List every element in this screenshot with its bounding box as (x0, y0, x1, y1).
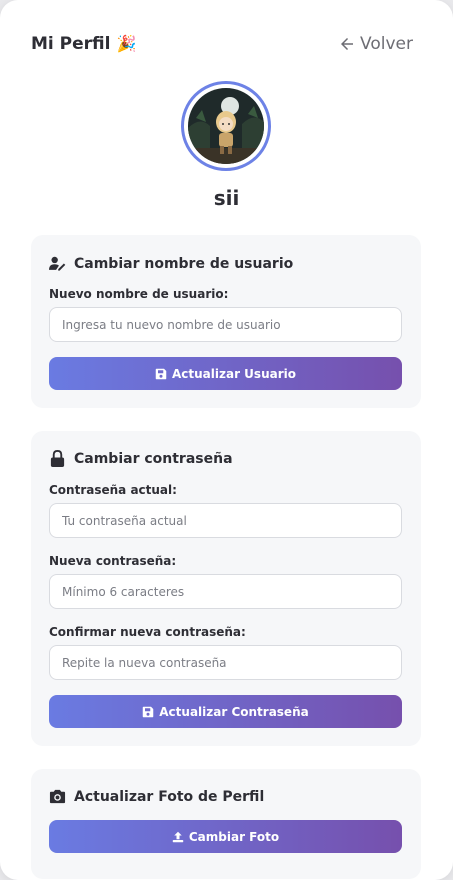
save-icon (143, 706, 154, 717)
username-section-title-text: Cambiar nombre de usuario (74, 255, 294, 272)
save-icon (155, 368, 167, 379)
password-section: Cambiar contraseña Contraseña actual: Nu… (31, 431, 421, 746)
photo-section-title-text: Actualizar Foto de Perfil (74, 788, 265, 805)
update-username-button[interactable]: Actualizar Usuario (49, 357, 402, 390)
avatar (188, 88, 264, 164)
username-section: Cambiar nombre de usuario Nuevo nombre d… (31, 235, 421, 408)
profile-username: sii (213, 186, 240, 210)
update-password-label: Actualizar Contraseña (159, 704, 309, 719)
page-title: Mi Perfil 🎉 (31, 34, 136, 54)
update-password-button[interactable]: Actualizar Contraseña (49, 695, 402, 728)
change-photo-label: Cambiar Foto (188, 829, 280, 844)
arrow-left-icon (341, 38, 354, 50)
confirm-password-label: Confirmar nueva contraseña: (49, 625, 246, 639)
photo-section-title: Actualizar Foto de Perfil (49, 788, 264, 805)
username-section-title: Cambiar nombre de usuario (49, 255, 293, 272)
party-icon: 🎉 (116, 34, 137, 53)
update-username-label: Actualizar Usuario (172, 366, 296, 381)
password-section-title: Cambiar contraseña (49, 450, 233, 467)
new-username-label: Nuevo nombre de usuario: (49, 287, 229, 301)
camera-icon (49, 789, 66, 804)
confirm-password-input[interactable] (49, 645, 402, 680)
page-title-text: Mi Perfil (31, 34, 111, 54)
password-section-title-text: Cambiar contraseña (74, 450, 233, 467)
back-button[interactable]: Volver (338, 34, 413, 54)
user-edit-icon (49, 256, 66, 271)
avatar-ring[interactable] (181, 81, 271, 171)
new-password-label: Nueva contraseña: (49, 554, 177, 568)
profile-card: Mi Perfil 🎉 Volver sii Cambiar nombre de… (0, 0, 453, 880)
lock-icon (50, 450, 65, 467)
new-username-input[interactable] (49, 307, 402, 342)
photo-section: Actualizar Foto de Perfil Cambiar Foto (31, 769, 421, 879)
new-password-input[interactable] (49, 574, 402, 609)
change-photo-button[interactable]: Cambiar Foto (49, 820, 402, 853)
upload-icon (172, 831, 184, 842)
back-label: Volver (360, 34, 413, 54)
current-password-label: Contraseña actual: (49, 483, 177, 497)
header: Mi Perfil 🎉 Volver (31, 31, 413, 57)
current-password-input[interactable] (49, 503, 402, 538)
avatar-image (188, 88, 264, 164)
